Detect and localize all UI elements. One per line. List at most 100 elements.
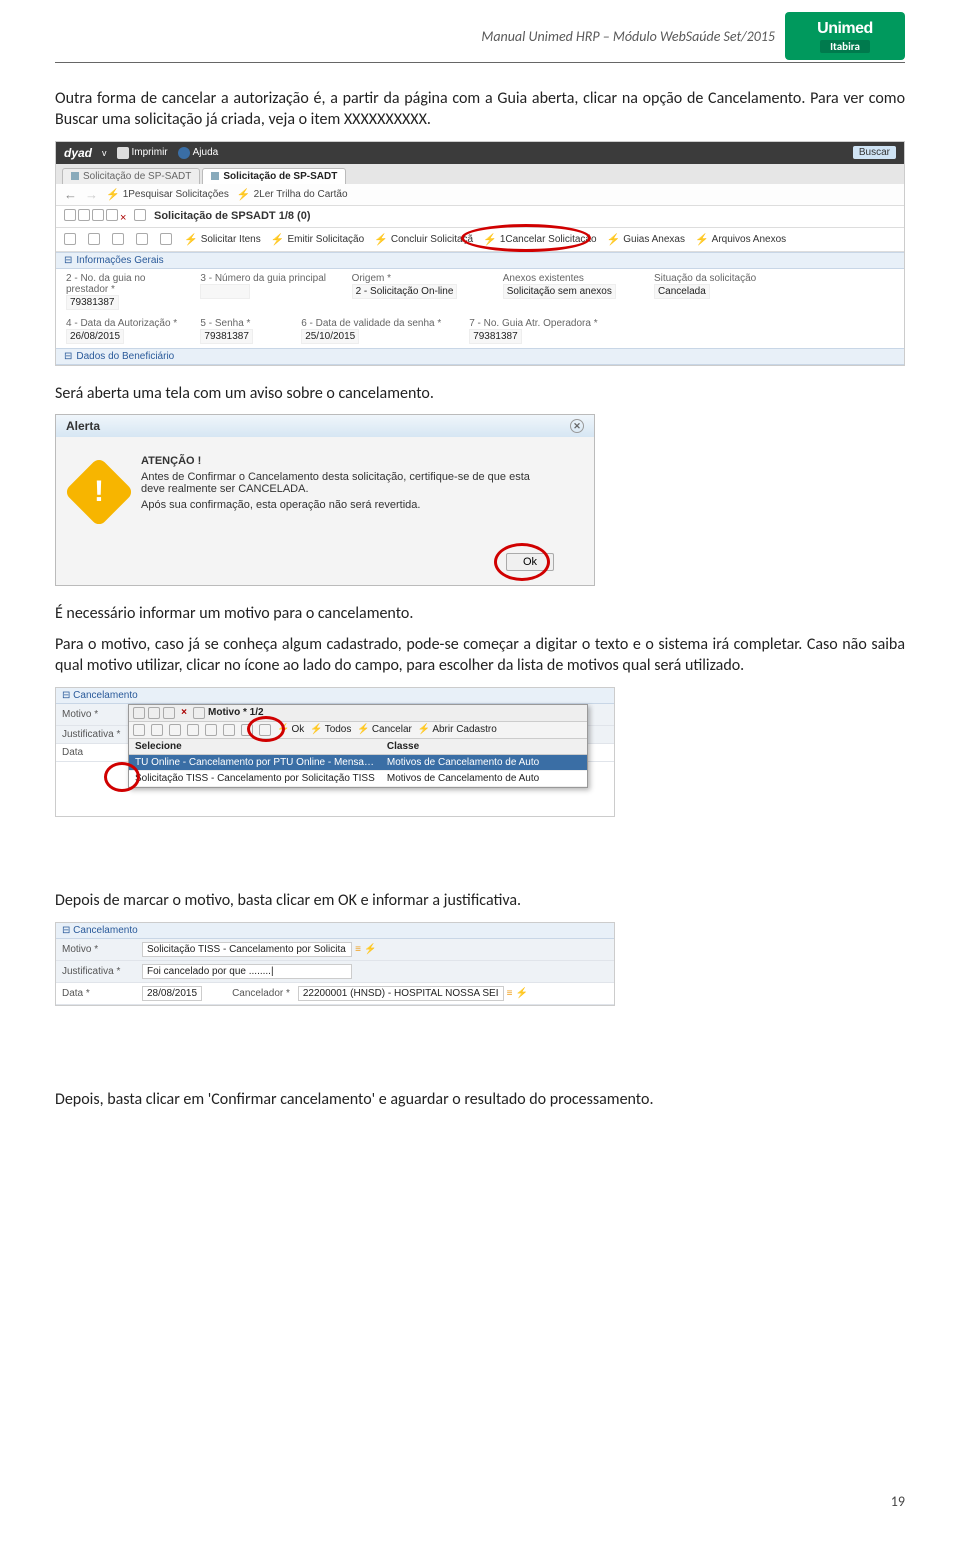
print-label: Imprimir — [132, 147, 168, 158]
cancelamento-section-header[interactable]: ⊟ Cancelamento — [56, 923, 614, 939]
search-icon[interactable] — [133, 724, 145, 736]
field-value: 79381387 — [200, 329, 253, 344]
bolt-icon: ⚡ — [483, 233, 497, 246]
popup-abrir-label: Abrir Cadastro — [432, 724, 496, 735]
paragraph-intro: Outra forma de cancelar a autorização é,… — [55, 89, 905, 131]
alert-attention: ATENÇÃO ! — [141, 455, 554, 467]
field-label: 6 - Data de validade da senha * — [301, 318, 457, 329]
cell-motivo: Solicitação TISS - Cancelamento por Soli… — [129, 771, 381, 786]
nav-prev-icon[interactable] — [169, 724, 181, 736]
section-label: Dados do Beneficiário — [76, 351, 174, 362]
popup-title: Motivo * 1/2 — [208, 707, 264, 718]
action-cancelar-solicitacao[interactable]: ⚡1Cancelar Solicitação — [483, 233, 596, 246]
nav-prev-icon[interactable] — [112, 233, 124, 245]
search-icon[interactable] — [64, 233, 76, 245]
action-solicitar-itens[interactable]: ⚡Solicitar Itens — [184, 233, 261, 246]
bolt-icon: ⚡ — [106, 188, 120, 201]
screenshot-dyad-form: dyad v Imprimir Ajuda Buscar Solicitação… — [55, 141, 905, 366]
field-label: 7 - No. Guia Atr. Operadora * — [469, 318, 625, 329]
refresh-icon[interactable] — [223, 724, 235, 736]
help-icon — [178, 147, 190, 159]
nav-trilha[interactable]: ⚡2Ler Trilha do Cartão — [237, 188, 348, 201]
cell-classe: Motivos de Cancelamento de Auto — [381, 771, 587, 786]
bolt-icon: ⚡ — [695, 233, 709, 246]
field-value: 79381387 — [66, 295, 119, 310]
record-nav-icons[interactable]: × — [64, 209, 148, 224]
action-label: Solicitar Itens — [201, 234, 261, 245]
bolt-icon[interactable]: ⚡ — [364, 944, 376, 955]
print-button[interactable]: Imprimir — [117, 147, 168, 159]
motivo-field-row: Motivo * Solicitação TISS - Cancelamento… — [56, 939, 614, 961]
cell-classe: Motivos de Cancelamento de Auto — [381, 755, 587, 770]
alert-line1: Antes de Confirmar o Cancelamento desta … — [141, 471, 554, 495]
nav-pesquisar[interactable]: ⚡1Pesquisar Solicitações — [106, 188, 229, 201]
grid-icon[interactable] — [241, 724, 253, 736]
action-emitir[interactable]: ⚡Emitir Solicitação — [271, 233, 364, 246]
lookup-icon[interactable]: ≡ — [504, 988, 516, 999]
ok-button[interactable]: Ok — [506, 553, 554, 571]
page-number: 19 — [891, 1493, 905, 1510]
motivo-input[interactable]: Solicitação TISS - Cancelamento por Soli… — [142, 942, 352, 957]
collapse-icon: ⊟ — [62, 925, 73, 936]
nav-first-icon[interactable] — [88, 233, 100, 245]
section-label: Cancelamento — [73, 925, 137, 936]
section-beneficiario[interactable]: ⊟ Dados do Beneficiário — [56, 348, 904, 365]
search-box[interactable]: Buscar — [853, 146, 896, 159]
popup-ok-button[interactable]: ⚡Ok — [277, 724, 304, 735]
popup-icon — [148, 707, 160, 719]
record-row: × Solicitação de SPSADT 1/8 (0) — [56, 206, 904, 228]
print-icon — [117, 147, 129, 159]
popup-cancel-label: Cancelar — [372, 724, 412, 735]
field-value: 79381387 — [469, 329, 522, 344]
bolt-icon[interactable]: ⚡ — [516, 988, 528, 999]
tab-solicitation-2[interactable]: Solicitação de SP-SADT — [202, 168, 346, 184]
col-classe: Classe — [381, 739, 587, 754]
paragraph-2: Será aberta uma tela com um aviso sobre … — [55, 384, 905, 405]
section-info-gerais[interactable]: ⊟Informações Gerais — [56, 252, 904, 269]
cancelamento-section-header[interactable]: ⊟ Cancelamento — [56, 688, 614, 704]
collapse-icon: ⊟ — [64, 351, 72, 362]
data-input[interactable]: 28/08/2015 — [142, 986, 202, 1001]
bolt-icon: ⚡ — [374, 233, 388, 246]
action-concluir[interactable]: ⚡Concluir Solicitaçã — [374, 233, 473, 246]
bolt-icon: ⚡ — [357, 724, 369, 735]
dyad-version: v — [102, 148, 107, 158]
paragraph-4: Para o motivo, caso já se conheça algum … — [55, 635, 905, 677]
nav-last-icon[interactable] — [205, 724, 217, 736]
popup-abrir-cadastro-button[interactable]: ⚡Abrir Cadastro — [418, 724, 497, 735]
field-value: 2 - Solicitação On-line — [352, 284, 458, 299]
form-grid-row2: 4 - Data da Autorização *26/08/2015 5 - … — [56, 314, 904, 348]
list-item[interactable]: TU Online - Cancelamento por PTU Online … — [129, 755, 587, 771]
nav-first-icon[interactable] — [151, 724, 163, 736]
fwd-arrow-icon[interactable]: → — [85, 187, 98, 202]
action-arquivos-anexos[interactable]: ⚡Arquivos Anexos — [695, 233, 786, 246]
motivo-label: Motivo * — [62, 944, 142, 955]
popup-cancel-button[interactable]: ⚡Cancelar — [357, 724, 411, 735]
close-icon[interactable]: ✕ — [570, 419, 584, 433]
popup-todos-button[interactable]: ⚡Todos — [310, 724, 351, 735]
tab-solicitation-1[interactable]: Solicitação de SP-SADT — [62, 168, 200, 184]
paragraph-6: Depois, basta clicar em 'Confirmar cance… — [55, 1090, 905, 1111]
alert-line2: Após sua confirmação, esta operação não … — [141, 499, 554, 511]
paragraph-3: É necessário informar um motivo para o c… — [55, 604, 905, 625]
field-value: 26/08/2015 — [66, 329, 124, 344]
list-item[interactable]: Solicitação TISS - Cancelamento por Soli… — [129, 771, 587, 787]
justificativa-input[interactable]: Foi cancelado por que ........| — [142, 964, 352, 979]
record-title: Solicitação de SPSADT 1/8 (0) — [154, 210, 311, 222]
nav-next-icon[interactable] — [136, 233, 148, 245]
help-button[interactable]: Ajuda — [178, 147, 219, 159]
nav-next-icon[interactable] — [187, 724, 199, 736]
popup-ok-label: Ok — [291, 724, 304, 735]
section-label: Cancelamento — [73, 690, 137, 701]
field-label: 3 - Número da guia principal — [200, 273, 339, 284]
nav-last-icon[interactable] — [160, 233, 172, 245]
popup-close-icon[interactable]: × — [178, 707, 190, 719]
alert-title: Alerta — [66, 419, 100, 433]
lookup-icon[interactable]: ≡ — [352, 944, 364, 955]
back-arrow-icon[interactable]: ← — [64, 187, 77, 202]
popup-titlebar: × Motivo * 1/2 — [129, 705, 587, 722]
filter-icon[interactable] — [259, 724, 271, 736]
cancelador-input[interactable]: 22200001 (HNSD) - HOSPITAL NOSSA SEI — [298, 986, 504, 1001]
action-guias-anexas[interactable]: ⚡Guias Anexas — [607, 233, 685, 246]
screenshot-alert: Alerta ✕ ! ATENÇÃO ! Antes de Confirmar … — [55, 414, 595, 586]
